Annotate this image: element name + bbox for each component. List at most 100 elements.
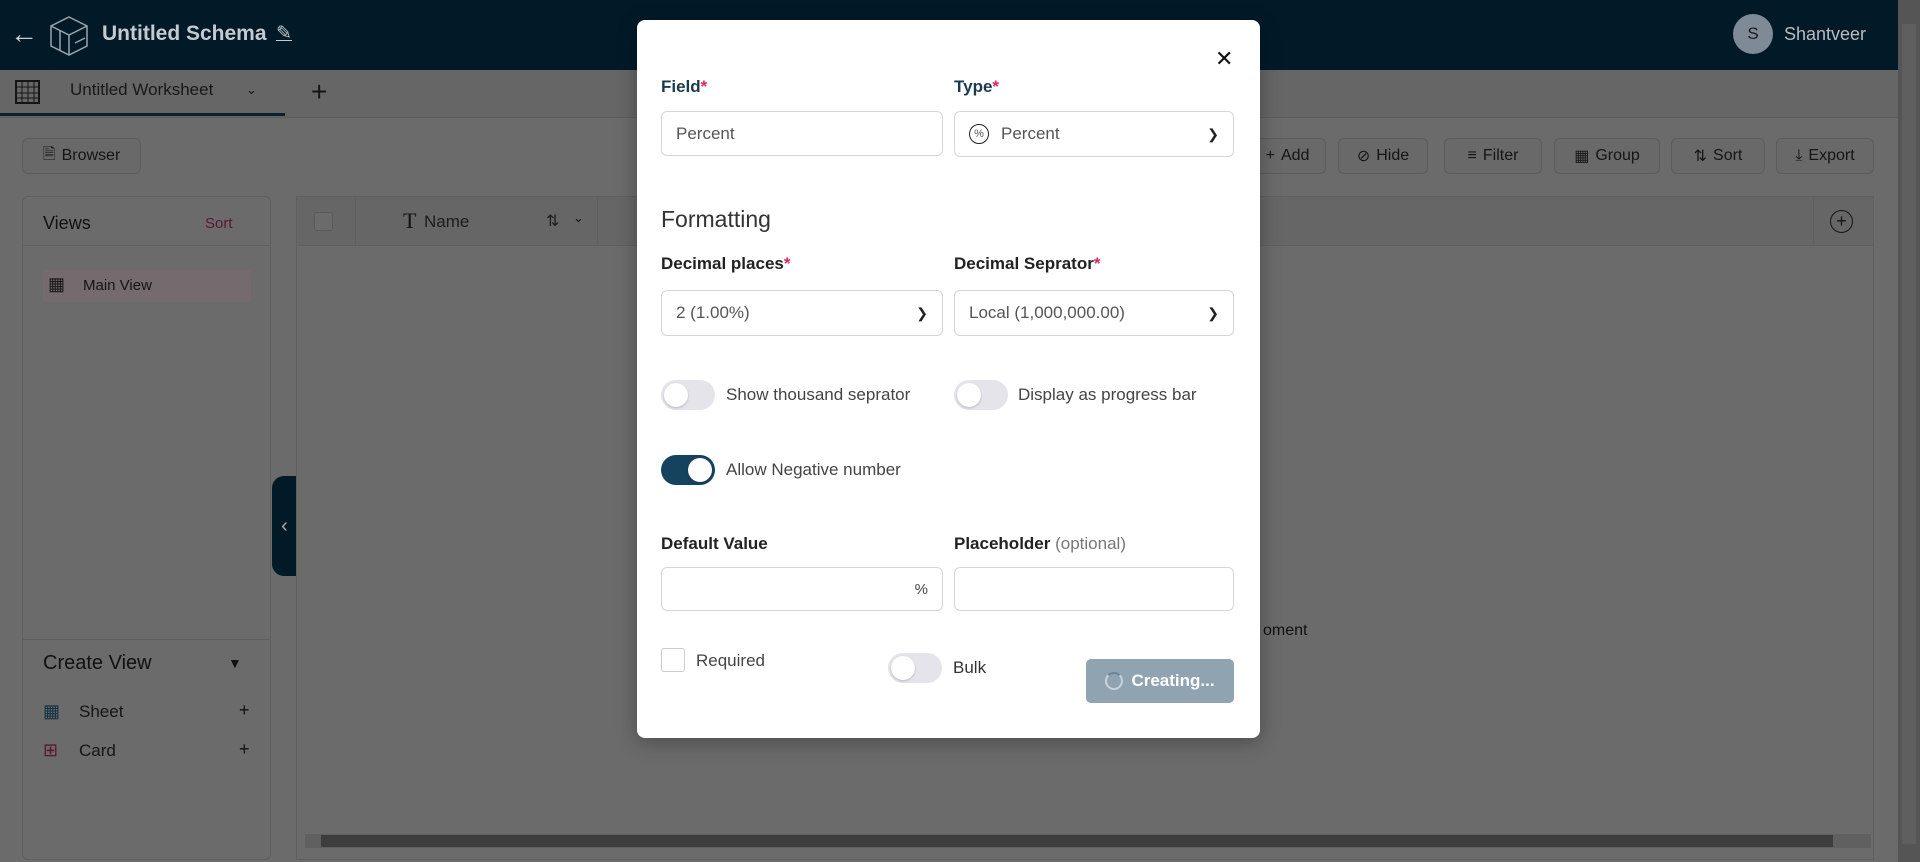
- sort-button[interactable]: ⇅ Sort: [1671, 138, 1765, 174]
- text-type-icon: T: [403, 208, 417, 233]
- placeholder-input[interactable]: [954, 567, 1234, 611]
- chevron-down-icon: ❯: [916, 304, 928, 321]
- field-name-value: Percent: [676, 123, 735, 143]
- decimal-separator-label: Decimal Seprator*: [954, 254, 1101, 273]
- browser-icon: 🗎: [42, 145, 56, 163]
- add-worksheet-button[interactable]: +: [311, 76, 327, 108]
- views-sort-link[interactable]: Sort: [205, 215, 233, 232]
- views-panel: Views Sort ▦ Main View Create View ▼ ▦ S…: [22, 196, 271, 860]
- grid-icon: ▦: [48, 274, 66, 294]
- loading-message: oment: [1263, 622, 1308, 639]
- scrollbar-thumb[interactable]: [321, 835, 1833, 847]
- edit-pencil-icon[interactable]: ✎: [276, 22, 292, 45]
- percent-suffix: %: [914, 580, 928, 598]
- worksheet-tab-label: Untitled Worksheet: [70, 80, 214, 99]
- sort-icon: ⇅: [1693, 148, 1708, 165]
- divider: [1813, 197, 1814, 246]
- filter-label: Filter: [1482, 147, 1519, 164]
- chevron-left-icon: ‹: [281, 514, 288, 537]
- sheet-label: Sheet: [79, 702, 124, 721]
- close-icon[interactable]: ✕: [1215, 46, 1233, 72]
- group-icon: ▦: [1574, 148, 1590, 165]
- decimal-places-value: 2 (1.00%): [676, 303, 750, 322]
- views-title: Views: [43, 213, 91, 233]
- chevron-down-icon[interactable]: ⌄: [246, 82, 257, 98]
- grid-icon: [15, 80, 40, 104]
- browser-button[interactable]: 🗎 Browser: [22, 138, 141, 174]
- filter-icon: ≡: [1467, 147, 1477, 164]
- default-value-input[interactable]: %: [661, 567, 943, 611]
- download-icon: ⤓: [1795, 147, 1803, 164]
- field-name-input[interactable]: Percent: [661, 111, 943, 156]
- collapse-panel-button[interactable]: ‹: [272, 476, 297, 576]
- plus-icon[interactable]: +: [239, 739, 250, 760]
- bulk-toggle[interactable]: [888, 653, 942, 683]
- plus-icon[interactable]: +: [239, 700, 250, 721]
- create-view-sheet[interactable]: ▦ Sheet +: [43, 699, 253, 725]
- hide-button[interactable]: ⊘ Hide: [1338, 138, 1428, 174]
- browser-label: Browser: [61, 147, 121, 164]
- decimal-separator-select[interactable]: Local (1,000,000.00) ❯: [954, 290, 1234, 336]
- schema-title[interactable]: Untitled Schema: [102, 22, 267, 46]
- required-checkbox[interactable]: [661, 648, 685, 672]
- type-value: Percent: [1001, 124, 1060, 143]
- tab-untitled-worksheet[interactable]: Untitled Worksheet ⌄: [0, 70, 285, 116]
- field-label: Field*: [661, 77, 708, 96]
- chevron-down-icon[interactable]: ▼: [228, 655, 242, 671]
- show-thousand-separator-toggle[interactable]: [661, 380, 715, 410]
- optional-hint: (optional): [1055, 534, 1126, 553]
- required-asterisk: *: [783, 254, 791, 273]
- decimal-places-select[interactable]: 2 (1.00%) ❯: [661, 290, 943, 336]
- sort-label: Sort: [1713, 147, 1743, 164]
- divider: [597, 197, 598, 246]
- allow-negative-toggle[interactable]: [661, 455, 715, 485]
- default-value-label: Default Value: [661, 534, 768, 553]
- decimal-separator-value: Local (1,000,000.00): [969, 303, 1125, 322]
- view-item-main-view[interactable]: ▦ Main View: [43, 270, 251, 302]
- filter-button[interactable]: ≡ Filter: [1444, 138, 1542, 174]
- user-name[interactable]: Shantveer: [1784, 24, 1866, 45]
- bulk-label: Bulk: [953, 658, 987, 677]
- plus-icon: +: [1265, 147, 1275, 164]
- group-button[interactable]: ▦ Group: [1554, 138, 1660, 174]
- vertical-scrollbar[interactable]: [1898, 0, 1920, 862]
- required-asterisk: *: [1093, 254, 1101, 273]
- add-label: Add: [1280, 147, 1310, 164]
- chevron-down-icon: ❯: [1207, 304, 1219, 321]
- horizontal-scrollbar[interactable]: [305, 834, 1871, 848]
- decimal-places-label: Decimal places*: [661, 254, 791, 273]
- add-button[interactable]: + Add: [1249, 138, 1326, 174]
- eye-off-icon: ⊘: [1356, 148, 1371, 165]
- creating-button[interactable]: Creating...: [1086, 659, 1234, 703]
- export-button[interactable]: ⤓ Export: [1776, 138, 1874, 174]
- select-all-checkbox[interactable]: [314, 212, 333, 231]
- add-field-modal: ✕ Field* Percent Type* % Percent ❯ Forma…: [637, 20, 1260, 738]
- show-thousand-separator-label: Show thousand seprator: [726, 385, 911, 404]
- export-label: Export: [1808, 147, 1855, 164]
- avatar[interactable]: S: [1733, 14, 1773, 54]
- add-column-button[interactable]: +: [1830, 210, 1853, 233]
- hide-label: Hide: [1376, 147, 1410, 164]
- divider: [23, 639, 270, 640]
- create-view-card[interactable]: ⊞ Card +: [43, 738, 253, 764]
- chevron-down-icon[interactable]: ⌄: [573, 210, 584, 226]
- card-label: Card: [79, 741, 116, 760]
- schema-cube-icon: [50, 16, 88, 56]
- divider: [23, 245, 270, 246]
- create-view-title: Create View: [43, 652, 152, 674]
- divider: [355, 197, 356, 246]
- required-asterisk: *: [700, 77, 708, 96]
- card-grid-icon: ⊞: [43, 740, 59, 760]
- type-select[interactable]: % Percent ❯: [954, 111, 1234, 157]
- column-header-name[interactable]: Name: [424, 212, 469, 232]
- progress-bar-toggle[interactable]: [954, 380, 1008, 410]
- required-asterisk: *: [992, 77, 1000, 96]
- sort-icon[interactable]: ⇅: [546, 211, 559, 231]
- placeholder-label: Placeholder (optional): [954, 534, 1126, 553]
- scrollbar-thumb[interactable]: [1902, 24, 1916, 844]
- group-label: Group: [1595, 147, 1640, 164]
- progress-bar-label: Display as progress bar: [1018, 385, 1197, 404]
- back-arrow-icon[interactable]: ←: [10, 18, 38, 50]
- allow-negative-label: Allow Negative number: [726, 460, 901, 479]
- percent-icon: %: [969, 124, 989, 144]
